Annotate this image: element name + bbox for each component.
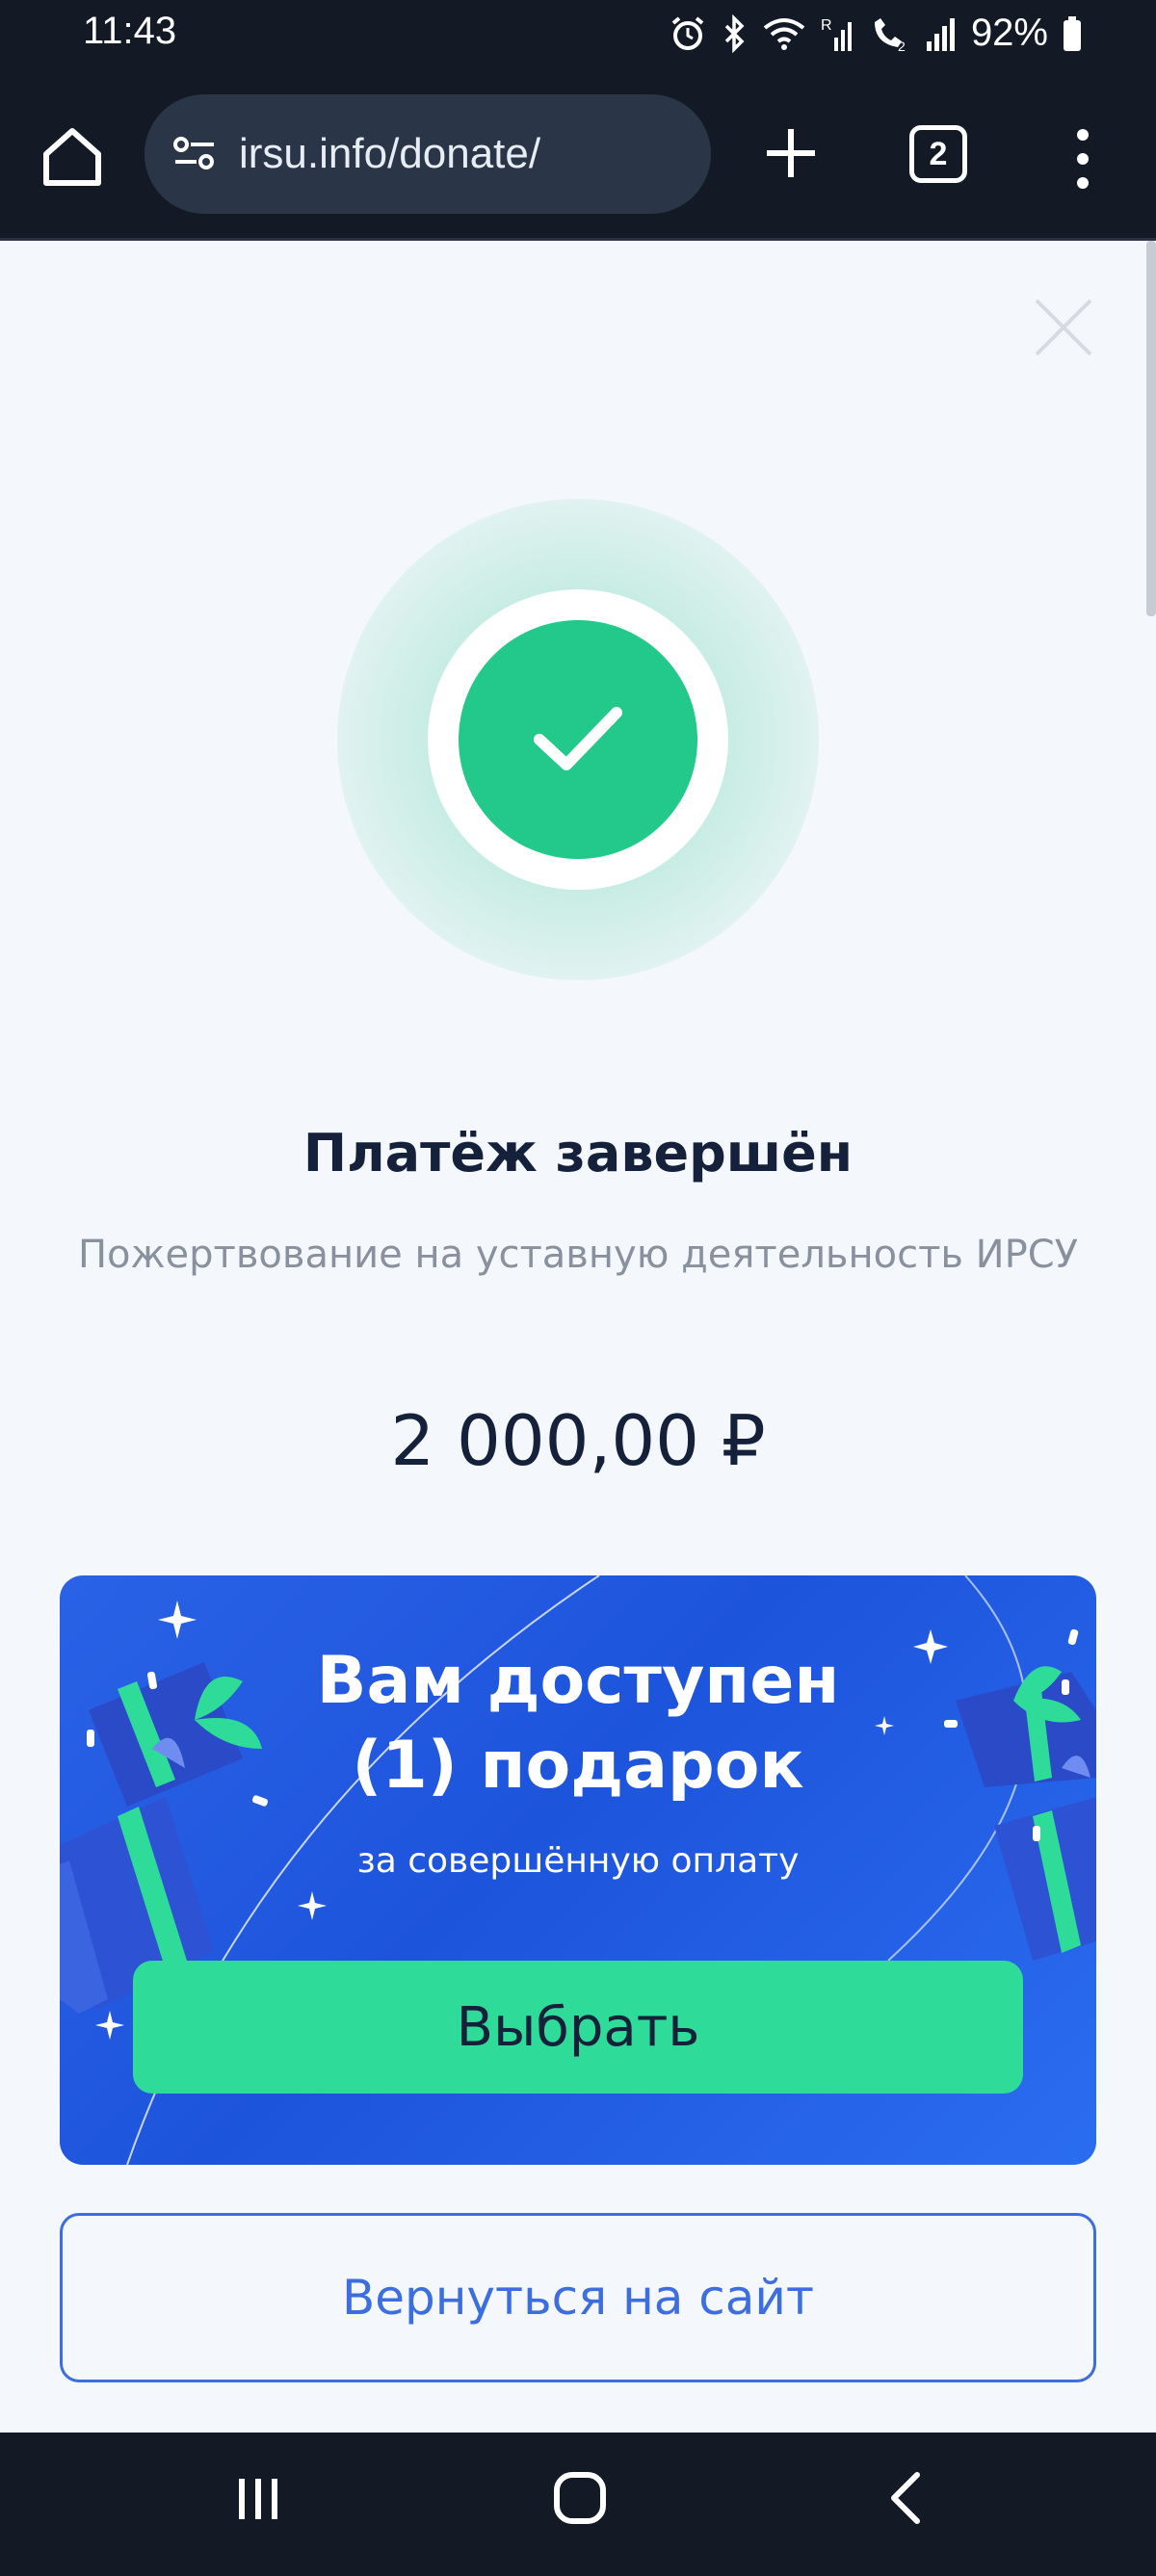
battery-icon [1064, 15, 1081, 51]
gift-subtitle: за совершённую оплату [356, 1841, 800, 1881]
wifi-calling-icon: 2 [874, 17, 906, 53]
more-menu-icon[interactable] [1064, 125, 1102, 193]
home-nav-icon[interactable] [553, 2471, 607, 2525]
gift-title-line2: (1) подарок [352, 1728, 804, 1804]
payment-amount: 2 000,00 ₽ [390, 1400, 766, 1481]
gift-title: Вам доступен (1) подарок [60, 1639, 1096, 1808]
tabs-icon[interactable]: 2 [909, 125, 967, 183]
system-nav-bar [0, 2433, 1156, 2576]
gift-title-line1: Вам доступен [316, 1643, 840, 1719]
payment-description: Пожертвование на уставную деятельность И… [77, 1233, 1079, 1277]
success-check-icon [459, 620, 697, 859]
signal-r-icon: R [821, 17, 852, 51]
status-icons: R 2 92% [669, 12, 1083, 55]
wifi-icon [763, 17, 805, 50]
site-settings-icon[interactable] [170, 129, 220, 179]
home-icon[interactable] [39, 123, 106, 191]
page-content: Платёж завершён Пожертвование на уставну… [0, 241, 1156, 2433]
choose-gift-button[interactable]: Выбрать [133, 1961, 1023, 2094]
cell-signal-icon [926, 17, 955, 51]
svg-text:2: 2 [898, 39, 906, 53]
payment-title: Платёж завершён [302, 1123, 854, 1184]
status-bar: 11:43 R 2 92% [0, 0, 1156, 69]
scrollbar[interactable] [1146, 241, 1156, 616]
url-text[interactable]: irsu.info/donate/ [239, 130, 540, 178]
battery-percent: 92% [970, 12, 1048, 54]
url-bar[interactable]: irsu.info/donate/ [144, 94, 711, 214]
back-nav-icon[interactable] [888, 2471, 923, 2525]
browser-toolbar: irsu.info/donate/ 2 [0, 69, 1156, 241]
recent-apps-icon[interactable] [237, 2475, 279, 2523]
status-time: 11:43 [83, 10, 177, 52]
svg-text:R: R [821, 17, 832, 34]
new-tab-icon[interactable] [761, 123, 821, 183]
back-to-site-button[interactable]: Вернуться на сайт [60, 2213, 1096, 2382]
bluetooth-icon [724, 13, 745, 53]
close-icon[interactable] [1033, 297, 1094, 358]
gift-card: Вам доступен (1) подарок за совершённую … [60, 1575, 1096, 2165]
alarm-icon [671, 15, 704, 50]
